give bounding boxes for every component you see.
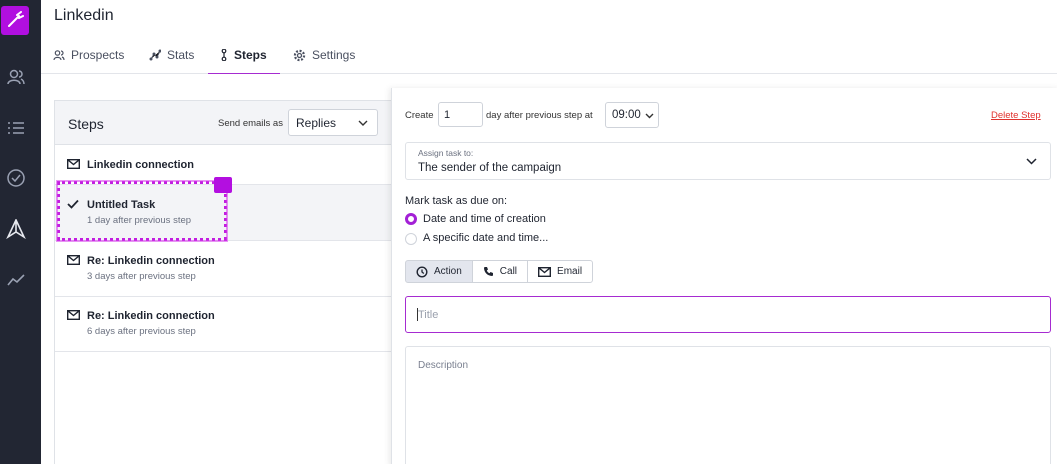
send-as-select[interactable]: Replies (288, 109, 378, 136)
delay-days-input[interactable]: 1 (438, 102, 483, 127)
send-as-label: Send emails as (218, 118, 283, 129)
step-editor-panel: Create 1 day after previous step at 09:0… (391, 88, 1057, 464)
task-type-label: Call (499, 266, 518, 277)
description-placeholder: Description (418, 360, 469, 371)
send-as-value: Replies (296, 116, 337, 130)
task-type-label: Email (557, 266, 583, 277)
task-type-email-button[interactable]: Email (527, 260, 594, 283)
mail-icon (67, 310, 80, 320)
assign-label: Assign task to: (418, 148, 474, 158)
tab-label: Steps (234, 47, 267, 62)
carrot-logo-icon (8, 11, 24, 27)
tab-label: Settings (312, 48, 356, 62)
step-item[interactable]: Re: Linkedin connection 6 days after pre… (55, 297, 403, 352)
tab-steps[interactable]: Steps (208, 36, 280, 74)
mail-icon (67, 159, 80, 169)
app-logo[interactable] (1, 6, 29, 35)
tab-label: Prospects (71, 48, 125, 62)
list-nav-icon[interactable] (6, 118, 26, 138)
tab-prospects[interactable]: Prospects (53, 36, 124, 74)
task-type-toggle: Action Call Email (405, 260, 594, 283)
due-option-label: A specific date and time... (423, 232, 549, 244)
page-title: Linkedin (54, 7, 114, 24)
phone-icon (483, 267, 493, 276)
due-on-label: Mark task as due on: (405, 195, 508, 207)
users-icon (53, 50, 65, 61)
due-option-label: Date and time of creation (423, 213, 546, 225)
task-type-label: Action (434, 266, 462, 277)
analytics-nav-icon[interactable] (6, 270, 26, 290)
clock-icon (416, 265, 428, 278)
side-nav-rail (0, 0, 41, 464)
steps-heading: Steps (68, 116, 104, 132)
check-circle-nav-icon[interactable] (6, 168, 26, 188)
step-subtitle: 3 days after previous step (87, 271, 196, 282)
stats-icon (149, 49, 161, 61)
users-nav-icon[interactable] (6, 67, 26, 87)
mail-icon (67, 255, 80, 265)
campaigns-nav-icon[interactable] (6, 219, 26, 239)
due-specific-radio[interactable] (405, 233, 417, 245)
selection-marker (214, 177, 232, 193)
chevron-down-icon (358, 120, 368, 126)
chevron-down-icon (645, 113, 654, 119)
step-title: Re: Linkedin connection (87, 255, 215, 267)
step-item[interactable]: Re: Linkedin connection 3 days after pre… (55, 241, 403, 297)
tab-label: Stats (167, 48, 195, 62)
delay-days-value: 1 (444, 109, 451, 121)
tab-settings[interactable]: Settings (293, 36, 355, 74)
chevron-down-icon (1026, 158, 1037, 165)
gear-icon (293, 49, 306, 61)
tab-bar: Prospects Stats Steps Settings (41, 36, 1057, 74)
step-title: Linkedin connection (87, 159, 194, 171)
task-type-action-button[interactable]: Action (405, 260, 473, 283)
delete-step-link[interactable]: Delete Step (991, 110, 1041, 121)
tab-stats[interactable]: Stats (149, 36, 194, 74)
steps-icon (221, 48, 227, 61)
assign-value: The sender of the campaign (418, 162, 562, 174)
steps-card: Steps Send emails as Replies Linkedin co… (54, 100, 404, 464)
task-description-input[interactable]: Description (405, 346, 1051, 464)
due-creation-radio[interactable] (405, 213, 417, 225)
time-select[interactable]: 09:00 (605, 102, 659, 128)
selection-highlight (56, 180, 228, 242)
title-placeholder: Title (418, 309, 439, 321)
step-subtitle: 6 days after previous step (87, 326, 196, 337)
time-value: 09:00 (612, 109, 641, 121)
create-label: Create (405, 110, 434, 121)
mail-icon (538, 266, 552, 277)
steps-header: Steps Send emails as Replies (55, 101, 403, 145)
after-step-label: day after previous step at (486, 110, 593, 121)
assign-task-select[interactable]: Assign task to: The sender of the campai… (405, 142, 1051, 180)
step-title: Re: Linkedin connection (87, 310, 215, 322)
task-type-call-button[interactable]: Call (471, 260, 529, 283)
task-title-input[interactable]: Title (405, 296, 1051, 333)
